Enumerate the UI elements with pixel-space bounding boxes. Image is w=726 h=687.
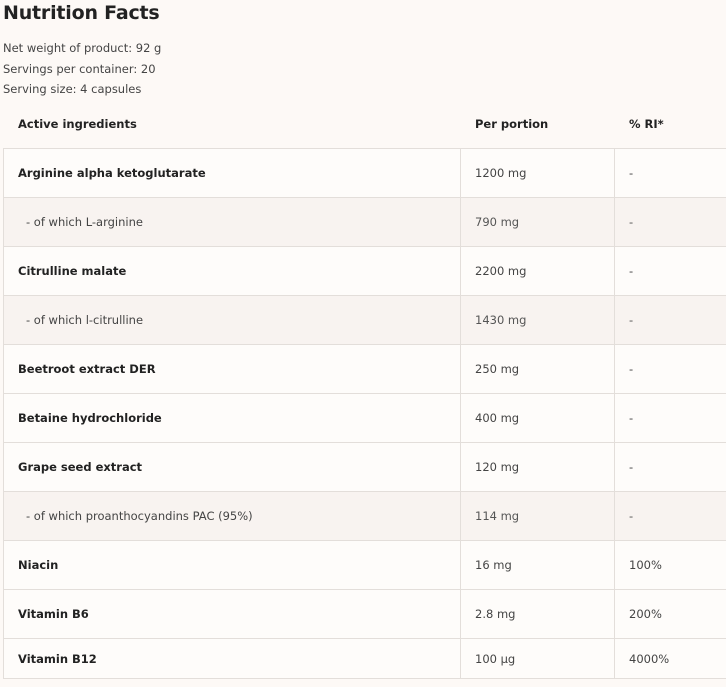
ingredient-name: Vitamin B6 [4, 590, 461, 638]
per-portion-value: 1200 mg [461, 149, 615, 197]
table-row: Vitamin B12 100 µg 4000% [4, 639, 726, 679]
table-row: Betaine hydrochloride 400 mg - [4, 394, 726, 443]
serving-size-text: Serving size: 4 capsules [3, 82, 142, 96]
table-row: - of which L-arginine 790 mg - [4, 198, 726, 247]
per-portion-value: 1430 mg [461, 296, 615, 344]
ri-value: 100% [629, 558, 662, 572]
per-portion-value: 100 µg [461, 639, 615, 678]
ingredient-name: Grape seed extract [4, 443, 461, 491]
ri-value: 4000% [629, 651, 670, 666]
table-row: Arginine alpha ketoglutarate 1200 mg - [4, 149, 726, 198]
ingredient-name: Niacin [4, 541, 461, 589]
net-weight-text: Net weight of product: 92 g [3, 41, 162, 55]
ingredient-name: Betaine hydrochloride [4, 394, 461, 442]
ingredient-name: - of which proanthocyandins PAC (95%) [4, 492, 461, 540]
ri-value: - [629, 509, 634, 523]
ri-value: 200% [629, 607, 662, 621]
per-portion-value: 790 mg [461, 198, 615, 246]
ingredient-name: Arginine alpha ketoglutarate [4, 149, 461, 197]
per-portion-value: 16 mg [461, 541, 615, 589]
table-row: Citrulline malate 2200 mg - [4, 247, 726, 296]
table-row: Beetroot extract DER 250 mg - [4, 345, 726, 394]
ri-value: - [629, 166, 634, 180]
ri-value: - [629, 460, 634, 474]
per-portion-value: 114 mg [461, 492, 615, 540]
ingredient-name: Vitamin B12 [4, 639, 461, 678]
ri-value: - [629, 313, 634, 327]
page-title: Nutrition Facts [3, 2, 160, 24]
ri-value: - [629, 215, 634, 229]
per-portion-value: 2.8 mg [461, 590, 615, 638]
ingredient-name: - of which L-arginine [4, 198, 461, 246]
table-row: - of which proanthocyandins PAC (95%) 11… [4, 492, 726, 541]
header-ri: % RI* [629, 117, 664, 131]
ingredient-name: Citrulline malate [4, 247, 461, 295]
per-portion-value: 250 mg [461, 345, 615, 393]
table-row: Vitamin B6 2.8 mg 200% [4, 590, 726, 639]
per-portion-value: 2200 mg [461, 247, 615, 295]
ri-value: - [629, 411, 634, 425]
per-portion-value: 400 mg [461, 394, 615, 442]
per-portion-value: 120 mg [461, 443, 615, 491]
ri-value: - [629, 264, 634, 278]
ri-value: - [629, 362, 634, 376]
nutrition-table: Arginine alpha ketoglutarate 1200 mg - -… [3, 148, 726, 679]
table-row: Grape seed extract 120 mg - [4, 443, 726, 492]
header-per-portion: Per portion [475, 117, 549, 131]
header-active-ingredients: Active ingredients [18, 117, 137, 131]
table-row: - of which l-citrulline 1430 mg - [4, 296, 726, 345]
ingredient-name: - of which l-citrulline [4, 296, 461, 344]
table-header: Active ingredients Per portion % RI* [3, 110, 723, 138]
table-row: Niacin 16 mg 100% [4, 541, 726, 590]
servings-per-container-text: Servings per container: 20 [3, 62, 156, 76]
ingredient-name: Beetroot extract DER [4, 345, 461, 393]
